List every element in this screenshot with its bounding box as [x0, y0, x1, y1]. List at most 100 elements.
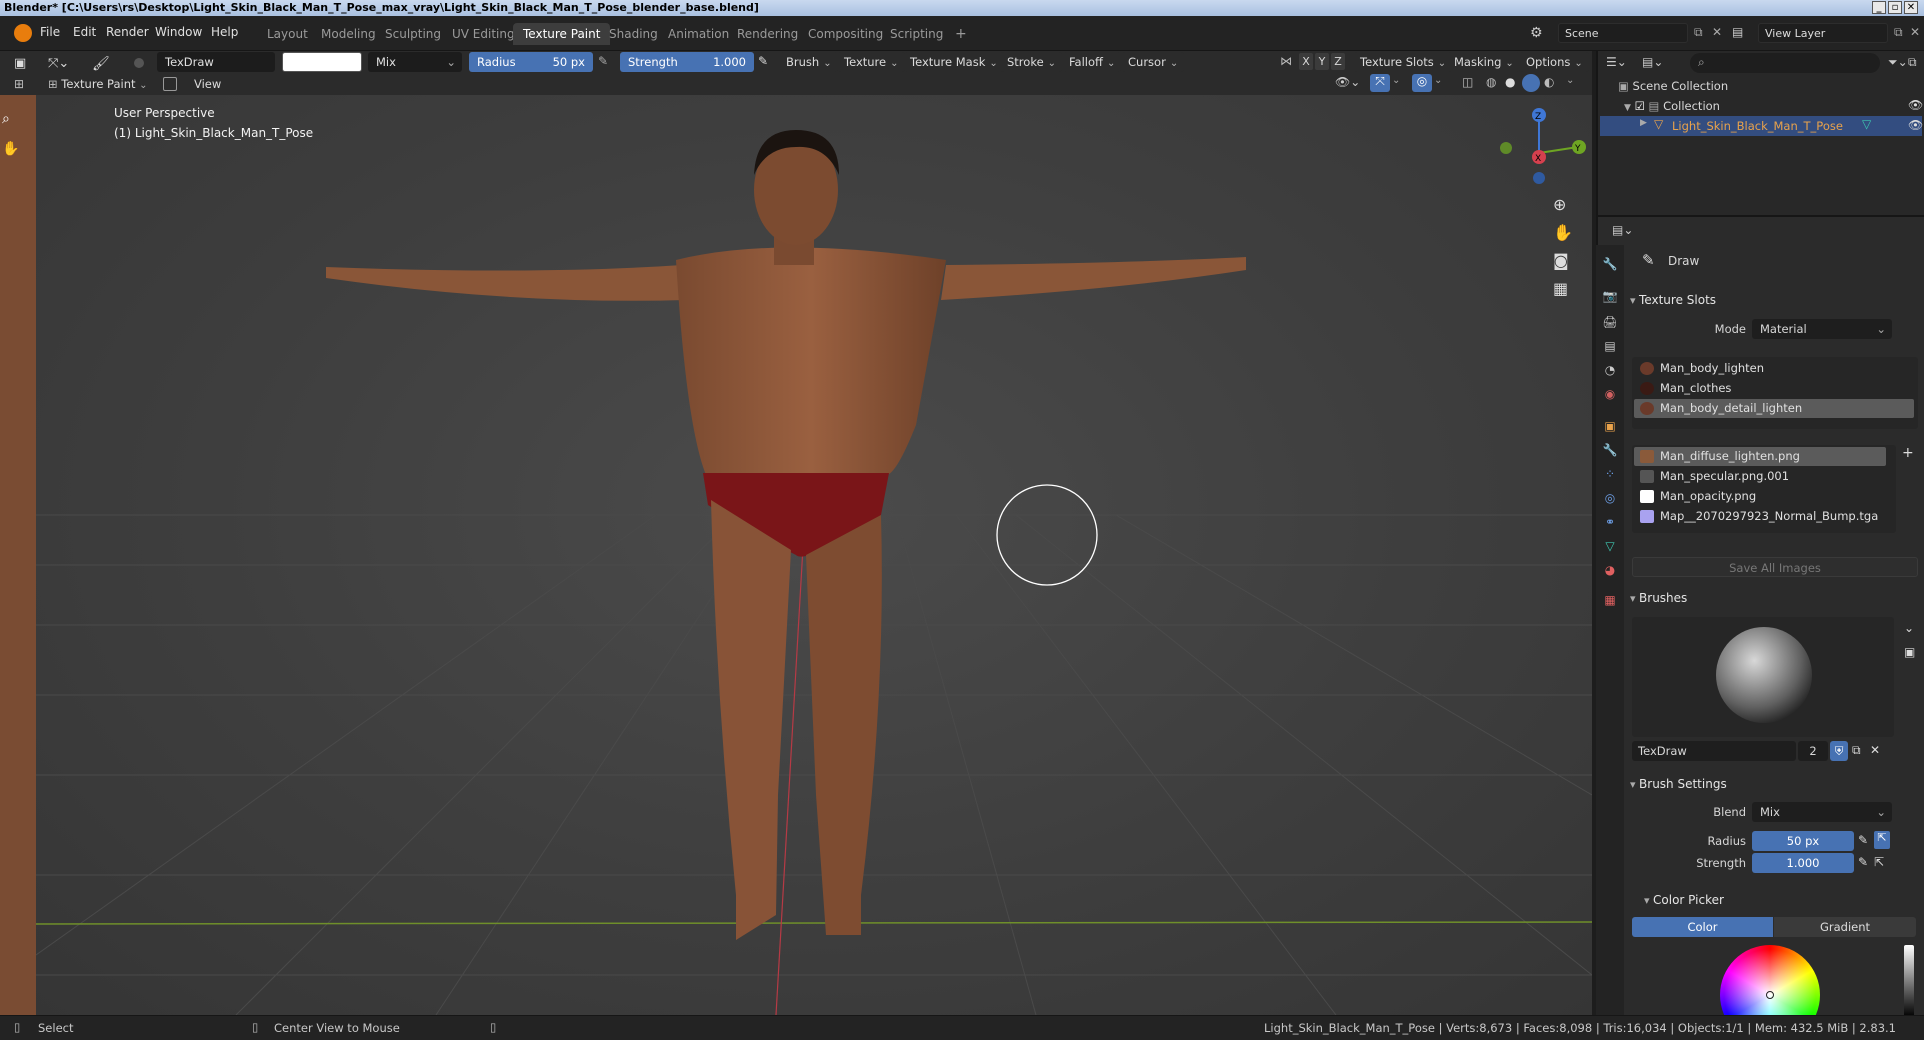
list-item-material[interactable]: Man_clothes — [1634, 379, 1914, 398]
material-tab-icon[interactable]: ◕ — [1601, 561, 1619, 579]
scene-icon[interactable]: ⚙ — [1530, 25, 1548, 43]
paint-mask-toggle[interactable] — [163, 77, 177, 91]
outliner-item-collection[interactable]: ▼ ☑ ▤ Collection — [1624, 96, 1720, 116]
brush-name-field[interactable]: TexDraw — [157, 52, 275, 72]
visibility-selector-icon[interactable]: 👁⌄ — [1335, 75, 1360, 89]
delete-scene-icon[interactable]: ✕ — [1712, 25, 1722, 39]
tool-tab-icon[interactable]: 🔧 — [1601, 255, 1619, 273]
navigation-gizmo[interactable]: Z Y X — [1500, 108, 1586, 184]
texture-mask-menu[interactable]: Texture Mask — [904, 52, 1004, 72]
color-wheel[interactable] — [1720, 945, 1820, 1017]
options-menu[interactable]: Options — [1520, 52, 1589, 72]
navigate-icon[interactable]: ⌕ — [2, 111, 10, 127]
pan-hand-icon[interactable]: ✋ — [2, 141, 19, 157]
strength-pressure-icon[interactable]: ✎ — [1858, 855, 1868, 869]
blend-mode-dropdown[interactable]: Mix ⌄ — [368, 52, 462, 72]
close-window-button[interactable]: ✕ — [1904, 1, 1918, 14]
color-picker-header[interactable]: Color Picker — [1644, 893, 1724, 907]
blend-dropdown[interactable]: Mix ⌄ — [1752, 802, 1892, 822]
mode-menu-icon[interactable]: ⤧⌄ — [48, 56, 69, 71]
tab-rendering[interactable]: Rendering — [727, 23, 808, 45]
data-tab-icon[interactable]: ▽ — [1601, 537, 1619, 555]
view-layer-tab-icon[interactable]: ▤ — [1601, 337, 1619, 355]
blender-logo-icon[interactable] — [14, 24, 32, 42]
scene-selector[interactable]: Scene — [1558, 23, 1688, 43]
texture-slot-mode-dropdown[interactable]: Material ⌄ — [1752, 319, 1892, 339]
texture-paint-mode-dropdown[interactable]: ⊞ Texture Paint ⌄ — [48, 75, 148, 93]
outliner-search-input[interactable]: ⌕ — [1690, 53, 1880, 73]
outliner-item-scene-collection[interactable]: ▣ Scene Collection — [1618, 76, 1728, 96]
display-mode-icon[interactable]: ▤⌄ — [1642, 55, 1663, 69]
tab-color[interactable]: Color — [1632, 917, 1773, 937]
strength-slider[interactable]: Strength 1.000 — [620, 52, 754, 72]
texture-slots-header[interactable]: Texture Slots — [1630, 293, 1716, 307]
3d-viewport[interactable]: Z Y X ⊕ ✋ ◙ ▦ — [36, 95, 1592, 1015]
strength-pressure-icon[interactable]: ✎ — [758, 54, 768, 68]
brush-preview-box[interactable] — [1632, 617, 1894, 737]
chevron-down-icon[interactable]: ⌄ — [1392, 75, 1400, 86]
color-wheel-cursor[interactable] — [1766, 991, 1774, 999]
output-tab-icon[interactable]: 🖨 — [1601, 313, 1619, 331]
outliner-editor-type-icon[interactable]: ☰⌄ — [1606, 55, 1627, 69]
brush-tool-icon[interactable]: 🖌 — [92, 56, 110, 72]
texture-tab-icon[interactable]: ▦ — [1601, 591, 1619, 609]
physics-tab-icon[interactable]: ◎ — [1601, 489, 1619, 507]
editor-type-icon[interactable]: ▣ — [14, 56, 32, 72]
brush-menu[interactable]: Brush — [780, 52, 838, 72]
menu-edit[interactable]: Edit — [73, 25, 96, 39]
constraints-tab-icon[interactable]: ⚭ — [1601, 513, 1619, 531]
solid-shading-icon[interactable]: ● — [1505, 75, 1515, 89]
strength-slider[interactable]: 1.000 — [1752, 853, 1854, 873]
grid-icon[interactable]: ⊞ — [14, 77, 24, 91]
brush-settings-header[interactable]: Brush Settings — [1630, 777, 1727, 791]
menu-help[interactable]: Help — [211, 25, 238, 39]
tab-texture-paint[interactable]: Texture Paint — [513, 23, 611, 45]
outliner-item-object[interactable]: ▶ ▽ Light_Skin_Black_Man_T_Pose ▽ 👁 — [1600, 116, 1923, 136]
tab-sculpting[interactable]: Sculpting — [375, 23, 451, 45]
zoom-icon[interactable]: ⊕ — [1553, 195, 1566, 214]
chevron-down-icon[interactable]: ⌄ — [1434, 75, 1442, 86]
ortho-toggle-icon[interactable]: ▦ — [1553, 279, 1568, 298]
brushes-header[interactable]: Brushes — [1630, 591, 1687, 605]
fake-user-shield-icon[interactable]: ⛨ — [1830, 741, 1848, 761]
add-image-icon[interactable]: + — [1902, 445, 1914, 461]
eye-icon[interactable]: 👁 — [1908, 118, 1923, 132]
cursor-menu[interactable]: Cursor — [1122, 52, 1185, 72]
stroke-menu[interactable]: Stroke — [1001, 52, 1063, 72]
add-workspace-button[interactable]: + — [945, 23, 977, 45]
view-layer-selector[interactable]: View Layer — [1758, 23, 1888, 43]
duplicate-brush-icon[interactable]: ⧉ — [1852, 743, 1861, 758]
save-all-images-button[interactable]: Save All Images — [1632, 557, 1918, 577]
chevron-down-icon[interactable]: ⌄ — [1904, 621, 1914, 635]
chevron-down-icon[interactable]: ⌄ — [1566, 75, 1574, 86]
new-scene-icon[interactable]: ⧉ — [1694, 25, 1703, 40]
mirror-z-toggle[interactable]: Z — [1331, 53, 1345, 70]
brush-preview-icon[interactable] — [134, 58, 144, 68]
scene-tab-icon[interactable]: ◔ — [1601, 361, 1619, 379]
new-collection-icon[interactable]: ⧉ — [1908, 55, 1917, 70]
list-item-image[interactable]: Man_specular.png.001 — [1634, 467, 1886, 486]
radius-slider[interactable]: 50 px — [1752, 831, 1854, 851]
radius-unit-toggle-icon[interactable]: ⇱ — [1874, 831, 1890, 849]
tab-compositing[interactable]: Compositing — [798, 23, 893, 45]
render-tab-icon[interactable]: 📷 — [1601, 287, 1619, 305]
brush-color-swatch[interactable] — [282, 52, 362, 72]
pan-hand-icon[interactable]: ✋ — [1553, 223, 1573, 242]
menu-render[interactable]: Render — [106, 25, 149, 39]
color-value-slider[interactable] — [1904, 945, 1914, 1017]
rendered-shading-icon[interactable]: ◐ — [1544, 75, 1554, 89]
symmetry-icon[interactable]: ⋈ — [1280, 54, 1292, 68]
mirror-x-toggle[interactable]: X — [1299, 53, 1313, 70]
eye-icon[interactable]: 👁 — [1908, 98, 1923, 112]
xray-toggle-icon[interactable]: ◫ — [1462, 75, 1473, 89]
list-item-image-selected[interactable]: Man_diffuse_lighten.png — [1634, 447, 1886, 466]
list-item-image[interactable]: Man_opacity.png — [1634, 487, 1886, 506]
tab-layout[interactable]: Layout — [257, 23, 318, 45]
texture-menu[interactable]: Texture — [838, 52, 905, 72]
modifier-tab-icon[interactable]: 🔧 — [1601, 441, 1619, 459]
menu-window[interactable]: Window — [155, 25, 202, 39]
view-layer-icon[interactable]: ▤ — [1732, 25, 1743, 39]
filter-icon[interactable]: ⏷⌄ — [1888, 55, 1908, 70]
minimize-button[interactable]: _ — [1872, 1, 1886, 14]
unlink-brush-icon[interactable]: ✕ — [1870, 743, 1880, 757]
